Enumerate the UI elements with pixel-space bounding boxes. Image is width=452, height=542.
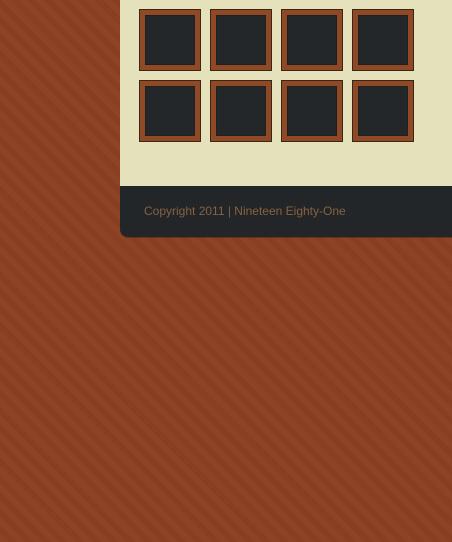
thumbnail-item[interactable] [210, 80, 272, 142]
thumbnail-image [358, 15, 408, 65]
page-footer: Copyright 2011 | Nineteen Eighty-One [120, 186, 452, 237]
content-panel [120, 0, 452, 186]
thumbnail-image [216, 15, 266, 65]
thumbnail-item[interactable] [352, 80, 414, 142]
thumbnail-image [287, 15, 337, 65]
thumbnail-item[interactable] [281, 80, 343, 142]
thumbnail-image [145, 86, 195, 136]
thumbnail-item[interactable] [139, 9, 201, 71]
thumbnail-image [216, 86, 266, 136]
copyright-text: Copyright 2011 | Nineteen Eighty-One [144, 204, 346, 218]
thumbnail-item[interactable] [210, 9, 272, 71]
thumbnail-item[interactable] [281, 9, 343, 71]
thumbnail-image [287, 86, 337, 136]
thumbnail-image [145, 15, 195, 65]
thumbnail-item[interactable] [139, 80, 201, 142]
thumbnail-image [358, 86, 408, 136]
thumbnail-item[interactable] [352, 9, 414, 71]
